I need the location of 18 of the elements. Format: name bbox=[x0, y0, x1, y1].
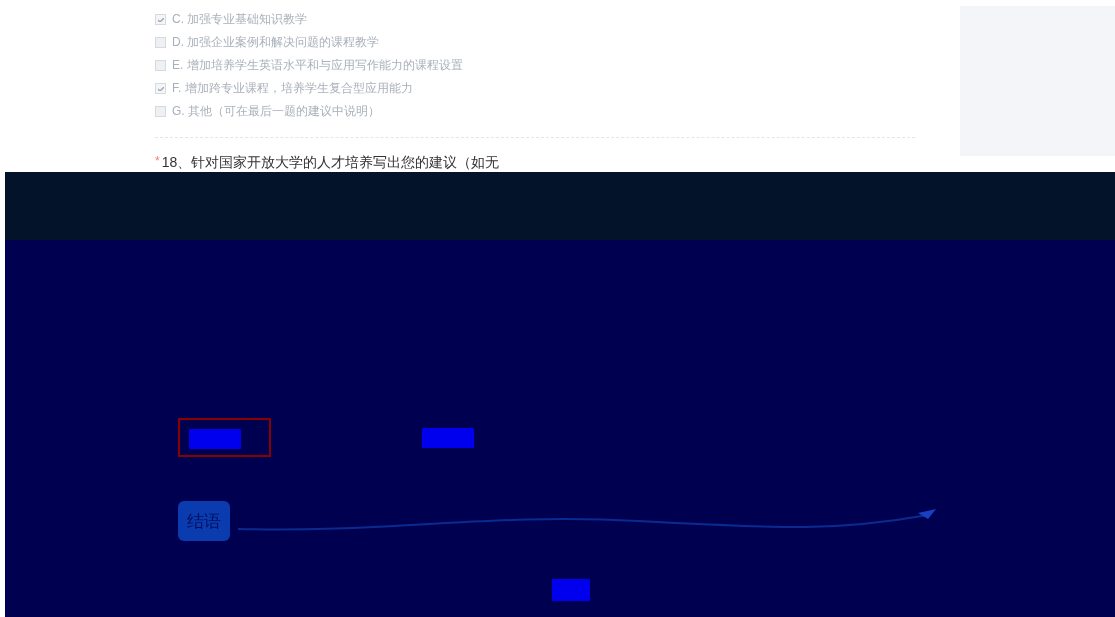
option-label: C. 加强专业基础知识教学 bbox=[172, 11, 308, 28]
checkbox[interactable] bbox=[155, 37, 166, 48]
checkbox[interactable] bbox=[155, 106, 166, 117]
action-button[interactable] bbox=[422, 427, 474, 448]
check-icon bbox=[157, 17, 164, 22]
option-label: G. 其他（可在最后一题的建议中说明） bbox=[172, 103, 380, 120]
checkbox[interactable] bbox=[155, 60, 166, 71]
submit-button[interactable] bbox=[552, 579, 590, 601]
option-label: E. 增加培养学生英语水平和与应用写作能力的课程设置 bbox=[172, 57, 463, 74]
checkbox[interactable] bbox=[155, 83, 166, 94]
action-button[interactable] bbox=[189, 429, 241, 449]
question-text: 18、针对国家开放大学的人才培养写出您的建议（如无 bbox=[161, 154, 500, 172]
option-label: D. 加强企业案例和解决问题的课程教学 bbox=[172, 34, 380, 51]
closing-badge: 结语 bbox=[178, 501, 230, 541]
option-label: F. 增加跨专业课程，培养学生复合型应用能力 bbox=[172, 80, 413, 97]
required-mark: * bbox=[155, 154, 160, 168]
checkbox[interactable] bbox=[155, 14, 166, 25]
check-icon bbox=[157, 86, 164, 91]
